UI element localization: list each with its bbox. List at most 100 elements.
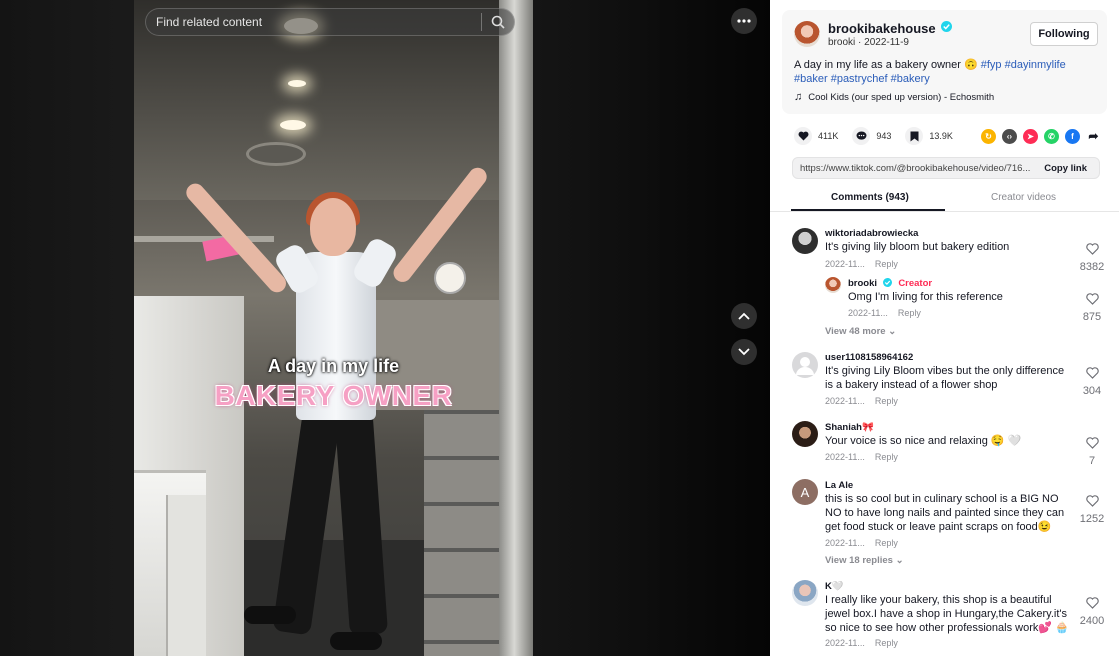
comment-date: 2022-11... bbox=[825, 538, 865, 548]
ceiling-vent bbox=[246, 142, 306, 166]
comment-username[interactable]: wiktoriadabrowiecka bbox=[825, 228, 918, 239]
comment-meta: 2022-11... Reply bbox=[825, 259, 898, 269]
comment-tabs: Comments (943) Creator videos bbox=[770, 187, 1119, 212]
video-stage: A day in my life BAKERY OWNER Find relat… bbox=[0, 0, 770, 656]
reply-meta: 2022-11... Reply bbox=[848, 308, 921, 318]
comment-date: 2022-11... bbox=[825, 452, 865, 462]
reply-like-button[interactable]: 875 bbox=[1075, 292, 1109, 323]
commenter-avatar[interactable] bbox=[792, 352, 818, 378]
comment-like-count: 7 bbox=[1088, 455, 1096, 467]
search-button[interactable] bbox=[482, 8, 514, 36]
reply-button[interactable]: Reply bbox=[875, 396, 898, 406]
hashtag-baker[interactable]: #baker bbox=[794, 73, 828, 85]
comment-username[interactable]: Shaniah🎀 bbox=[825, 422, 874, 433]
view-more-replies-button[interactable]: View 48 more ⌄ bbox=[825, 326, 896, 337]
comment-like-button[interactable]: 7 bbox=[1075, 436, 1109, 467]
steel-door bbox=[499, 0, 533, 656]
reply-button[interactable]: Reply bbox=[898, 308, 921, 318]
person-face bbox=[310, 198, 356, 256]
video-description: A day in my life as a bakery owner 🙃 #fy… bbox=[794, 58, 1094, 86]
heart-outline-icon bbox=[1085, 243, 1099, 255]
more-options-button[interactable] bbox=[731, 8, 757, 34]
comment-like-count: 1252 bbox=[1079, 513, 1105, 525]
author-avatar[interactable] bbox=[794, 21, 820, 47]
reply-button[interactable]: Reply bbox=[875, 638, 898, 648]
whatsapp-icon[interactable]: ✆ bbox=[1043, 128, 1059, 144]
comment-meta: 2022-11... Reply bbox=[825, 396, 898, 406]
heart-outline-icon bbox=[1085, 495, 1099, 507]
reply-like-count: 875 bbox=[1082, 311, 1102, 323]
hashtag-fyp[interactable]: #fyp bbox=[981, 59, 1002, 71]
music-title: Cool Kids (our sped up version) - Echosm… bbox=[808, 91, 995, 103]
commenter-avatar[interactable] bbox=[792, 421, 818, 447]
view-replies-button[interactable]: View 18 replies ⌄ bbox=[825, 555, 904, 566]
like-count: 411K bbox=[818, 131, 839, 141]
video-link-box: https://www.tiktok.com/@brookibakehouse/… bbox=[792, 157, 1100, 179]
hashtag-pastrychef[interactable]: #pastrychef bbox=[831, 73, 888, 85]
facebook-icon[interactable]: f bbox=[1064, 128, 1080, 144]
hashtag-bakery[interactable]: #bakery bbox=[891, 73, 930, 85]
ceiling-light bbox=[288, 80, 306, 87]
tab-creator-videos[interactable]: Creator videos bbox=[991, 192, 1056, 203]
send-icon[interactable]: ➤ bbox=[1022, 128, 1038, 144]
save-count: 13.9K bbox=[929, 131, 953, 141]
reply-button[interactable]: Reply bbox=[875, 452, 898, 462]
comment-like-button[interactable]: 8382 bbox=[1075, 242, 1109, 273]
comment-meta: 2022-11... Reply bbox=[825, 452, 898, 462]
comment-count: 943 bbox=[876, 131, 892, 141]
share-arrow-icon[interactable]: ➦ bbox=[1086, 129, 1101, 144]
verified-badge-icon bbox=[882, 278, 892, 287]
chevron-down-icon: ⌄ bbox=[895, 555, 904, 566]
video-player[interactable]: A day in my life BAKERY OWNER bbox=[134, 0, 533, 656]
more-icon bbox=[737, 19, 751, 23]
save-button[interactable]: 13.9K bbox=[905, 127, 953, 145]
comment-icon bbox=[852, 127, 871, 145]
repost-icon[interactable]: ↻ bbox=[980, 128, 996, 144]
search-bar[interactable]: Find related content bbox=[145, 8, 515, 36]
creator-avatar[interactable] bbox=[825, 277, 841, 293]
following-button[interactable]: Following bbox=[1030, 22, 1098, 46]
comment-meta: 2022-11... Reply bbox=[825, 638, 898, 648]
previous-video-button[interactable] bbox=[731, 303, 757, 329]
comment-date: 2022-11... bbox=[825, 259, 865, 269]
embed-icon[interactable]: ‹› bbox=[1001, 128, 1017, 144]
hashtag-dayinmylife[interactable]: #dayinmylife bbox=[1005, 59, 1066, 71]
reply-username[interactable]: brooki Creator bbox=[848, 278, 932, 289]
person-shoe bbox=[330, 632, 382, 650]
tiktok-video-page: A day in my life BAKERY OWNER Find relat… bbox=[0, 0, 1119, 656]
comment-like-button[interactable]: 1252 bbox=[1075, 494, 1109, 525]
reply-username-text: brooki bbox=[848, 278, 878, 289]
music-link[interactable]: ♫ Cool Kids (our sped up version) - Echo… bbox=[794, 91, 994, 103]
comment-like-button[interactable]: 2400 bbox=[1075, 596, 1109, 627]
details-panel: brookibakehouse brooki · 2022-11-9 Follo… bbox=[770, 0, 1119, 656]
author-name: brooki bbox=[828, 37, 856, 48]
comment-button[interactable]: 943 bbox=[852, 127, 891, 145]
view-replies-label: View 18 replies bbox=[825, 555, 893, 566]
creator-badge: Creator bbox=[898, 278, 933, 289]
like-button[interactable]: 411K bbox=[794, 127, 838, 145]
author-handle[interactable]: brookibakehouse bbox=[828, 21, 936, 36]
comment-meta: 2022-11... Reply bbox=[825, 538, 898, 548]
active-tab-indicator bbox=[791, 209, 945, 211]
default-avatar-icon bbox=[796, 357, 814, 375]
comment-text: Your voice is so nice and relaxing 🤤 🤍 bbox=[825, 435, 1022, 447]
comment-text: It's giving lily bloom but bakery editio… bbox=[825, 241, 1010, 253]
commenter-avatar[interactable] bbox=[792, 228, 818, 254]
search-input[interactable]: Find related content bbox=[146, 15, 481, 29]
comment-username[interactable]: K🤍 bbox=[825, 581, 844, 592]
tab-comments[interactable]: Comments (943) bbox=[831, 192, 909, 203]
comment-like-button[interactable]: 304 bbox=[1075, 366, 1109, 397]
reply-button[interactable]: Reply bbox=[875, 259, 898, 269]
next-video-button[interactable] bbox=[731, 339, 757, 365]
commenter-avatar[interactable] bbox=[792, 580, 818, 606]
heart-outline-icon bbox=[1085, 437, 1099, 449]
share-buttons: ↻ ‹› ➤ ✆ f ➦ bbox=[975, 128, 1101, 144]
reply-button[interactable]: Reply bbox=[875, 538, 898, 548]
comment-username[interactable]: user1108158964162 bbox=[825, 352, 913, 363]
comment-username[interactable]: La Ale bbox=[825, 480, 853, 491]
heart-outline-icon bbox=[1085, 597, 1099, 609]
video-url[interactable]: https://www.tiktok.com/@brookibakehouse/… bbox=[793, 163, 1032, 174]
author-subline: brooki · 2022-11-9 bbox=[828, 37, 909, 48]
commenter-avatar[interactable]: A bbox=[792, 479, 818, 505]
copy-link-button[interactable]: Copy link bbox=[1032, 163, 1099, 174]
